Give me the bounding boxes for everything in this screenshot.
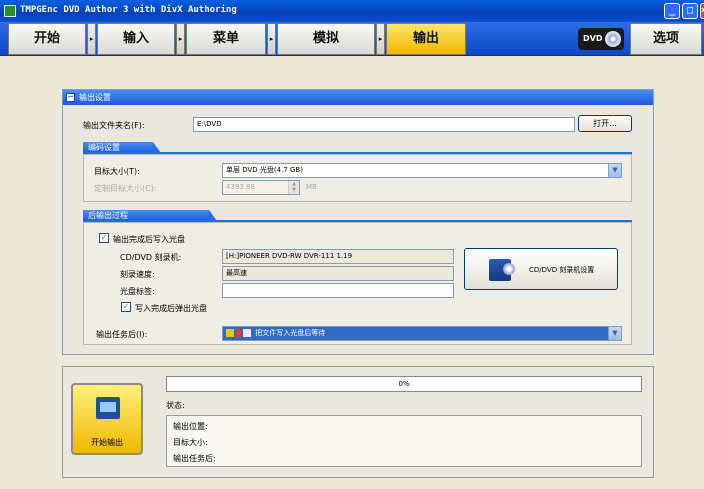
output-settings-panel: − 输出设置 输出文件夹名(F): E:\DVD 打开... 编码设置 目标大小… [62,89,654,355]
output-settings-header[interactable]: − 输出设置 [63,90,653,105]
window-title: TMPGEnc DVD Author 3 with DivX Authoring [20,5,237,15]
spin-arrows-icon: ▲ ▼ [288,181,299,194]
close-button[interactable]: × [700,3,704,19]
stage-toolbar: 开始 ▸ 输入 ▸ 菜单 ▸ 模拟 ▸ 输出 DVD 选项 [0,22,704,56]
custom-size-value: 4393.88 [226,183,255,191]
progress-bar: 0% [166,376,642,392]
encoding-section: 目标大小(T): 单层 DVD 光盘(4.7 GB) ▼ 定制目标大小(C): … [83,154,632,202]
stage-arrow-icon: ▸ [376,23,385,55]
speed-label: 刻录速度: [120,270,155,279]
task-check-icon [226,329,234,337]
target-size-label: 目标大小(T): [94,167,140,176]
start-output-label: 开始输出 [91,438,123,447]
stage-arrow-icon: ▸ [176,23,185,55]
disc-write-icon [243,329,251,337]
burner-settings-button[interactable]: CD/DVD 刻录机设置 [464,248,618,290]
stage-output-button[interactable]: 输出 [386,23,466,55]
status-box: 输出位置: 目标大小: 输出任务后: [166,415,642,467]
target-size-select[interactable]: 单层 DVD 光盘(4.7 GB) ▼ [222,163,622,178]
burner-settings-label: CD/DVD 刻录机设置 [529,266,595,274]
eject-checkbox[interactable]: ✓ [121,302,131,312]
stage-arrow-icon: ▸ [267,23,276,55]
custom-size-label: 定制目标大小(C): [94,184,157,193]
arrow-icon [236,329,241,337]
eject-label: 写入完成后弹出光盘 [135,304,207,313]
after-task-label: 输出任务后(I): [96,330,148,339]
dvd-logo-icon: DVD [578,28,624,50]
start-output-button[interactable]: 开始输出 [71,383,143,455]
speed-field: 最高速 [222,266,454,281]
maximize-button[interactable]: □ [682,3,698,19]
disc-icon [605,31,621,47]
stage-input-button[interactable]: 输入 [97,23,175,55]
write-disc-checkbox[interactable]: ✓ [99,233,109,243]
chevron-down-icon[interactable]: ▼ [608,327,621,340]
status-row-location: 输出位置: [173,422,208,431]
minimize-button[interactable]: _ [664,3,680,19]
disc-label-label: 光盘标签: [120,287,155,296]
app-icon [4,5,16,17]
status-row-target-size: 目标大小: [173,438,208,447]
status-label: 状态: [166,401,185,410]
burner-field: [H:]PIONEER DVD-RW DVR-111 1.19 [222,249,454,264]
film-output-icon [96,397,120,419]
output-folder-label: 输出文件夹名(F): [83,121,145,130]
write-disc-label: 输出完成后写入光盘 [113,235,185,244]
burner-label: CD/DVD 刻录机: [120,253,182,262]
disc-burner-icon [489,259,515,281]
after-task-select[interactable]: 把文件写入光盘后等待 ▼ [222,326,622,341]
custom-size-input: 4393.88 ▲ ▼ [222,180,300,195]
after-task-value: 把文件写入光盘后等待 [255,329,326,337]
collapse-icon[interactable]: − [66,93,75,102]
progress-text: 0% [398,380,410,388]
target-size-value: 单层 DVD 光盘(4.7 GB) [226,166,303,174]
chevron-down-icon[interactable]: ▼ [608,164,621,177]
output-folder-input[interactable]: E:\DVD [193,117,575,132]
output-settings-title: 输出设置 [79,93,111,102]
stage-simulate-button[interactable]: 模拟 [277,23,375,55]
dvd-logo-text: DVD [583,34,603,43]
output-progress-panel: 开始输出 0% 状态: 输出位置: 目标大小: 输出任务后: [62,366,654,478]
open-folder-button[interactable]: 打开... [578,115,632,132]
status-row-after-task: 输出任务后: [173,454,216,463]
custom-size-unit: MB [306,183,317,191]
disc-label-input[interactable] [222,283,454,298]
stage-start-button[interactable]: 开始 [8,23,86,55]
stage-arrow-icon: ▸ [87,23,96,55]
stage-menu-button[interactable]: 菜单 [186,23,266,55]
options-button[interactable]: 选项 [630,23,702,55]
title-bar: TMPGEnc DVD Author 3 with DivX Authoring… [0,0,704,22]
